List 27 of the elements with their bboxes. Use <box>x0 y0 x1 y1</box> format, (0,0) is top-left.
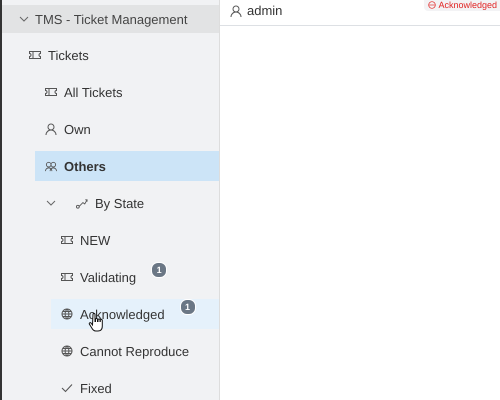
count-badge: 1 <box>151 262 168 278</box>
count-badge: 1 <box>180 299 196 315</box>
tree-item[interactable]: Acknowledged 1 <box>51 299 219 329</box>
chevron-icon[interactable] <box>46 200 56 206</box>
flow-icon <box>76 198 88 208</box>
tree-item[interactable]: Fixed <box>51 373 219 400</box>
person-icon <box>45 123 57 135</box>
tree-item[interactable]: All Tickets <box>35 77 219 107</box>
tree-item[interactable]: Own <box>35 114 219 144</box>
tree-item[interactable]: NEW <box>51 225 219 255</box>
header-label: TMS - Ticket Management <box>35 12 188 26</box>
ticket-icon <box>45 87 57 97</box>
tree-header[interactable]: TMS - Ticket Management <box>2 5 219 33</box>
tree-item[interactable]: Validating 1 <box>51 262 219 292</box>
tree-item[interactable]: Cannot Reproduce <box>51 336 219 366</box>
tree-item[interactable]: Tickets <box>19 40 219 70</box>
tree-item[interactable]: Others <box>35 151 219 181</box>
check-icon <box>61 383 73 393</box>
user-icon <box>230 4 242 16</box>
ticket-icon <box>61 235 73 245</box>
ticket-icon <box>29 50 41 60</box>
user-name: admin <box>247 3 282 18</box>
tag-label: Acknowledged <box>438 0 497 10</box>
tree-item[interactable]: By State <box>35 188 219 218</box>
people-icon <box>45 160 57 172</box>
ticket-icon <box>61 272 73 282</box>
chevron-icon[interactable] <box>19 16 29 22</box>
